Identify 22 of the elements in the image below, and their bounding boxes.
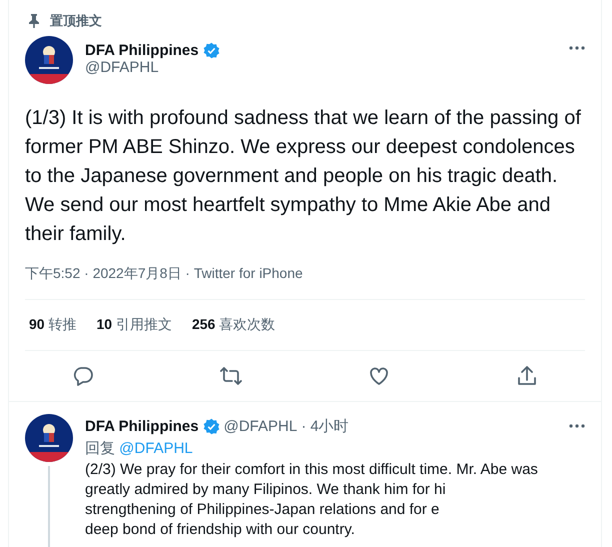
tweet-timestamp[interactable]: 下午5:52 · 2022年7月8日 · Twitter for iPhone: [9, 249, 601, 283]
avatar[interactable]: [25, 36, 73, 84]
pinned-label: 置顶推文: [50, 12, 102, 30]
author-name[interactable]: DFA Philippines: [85, 418, 199, 434]
author-handle[interactable]: @DFAPHL: [85, 59, 553, 76]
pin-icon: [28, 14, 40, 28]
stat-link[interactable]: 256 喜欢次数: [192, 316, 276, 334]
retweet-icon[interactable]: [219, 364, 243, 388]
reply-text-line: greatly admired by many Filipinos. We thank him for hi: [85, 480, 447, 500]
reply-text-line: (2/3) We pray for their comfort in this most difficult time. Mr. Abe was: [85, 460, 539, 480]
tweet-text: (1/3) It is with profound sadness that we learn of the passing of former PM ABE Shinzo. We express our deepest condolences to the Japanese government and people on his tragic death. We send our most heartfelt sympathy to Mme Akie Abe and their family.: [24, 106, 582, 247]
author-name[interactable]: DFA Philippines: [85, 42, 199, 59]
reply-text-line: strengthening of Philippines-Japan relations and for e: [85, 500, 440, 520]
author-handle[interactable]: @DFAPHL: [224, 418, 298, 434]
reply-icon[interactable]: [71, 364, 95, 388]
post-time: · 4小时: [301, 416, 349, 436]
reply-label: 回复: [85, 440, 115, 457]
reply-text-line: deep bond of friendship with our country.: [85, 520, 356, 540]
share-icon[interactable]: [515, 364, 539, 388]
stat-link[interactable]: 90 转推: [29, 316, 76, 334]
stat-link[interactable]: 10 引用推文: [96, 316, 172, 334]
avatar[interactable]: [25, 414, 73, 462]
